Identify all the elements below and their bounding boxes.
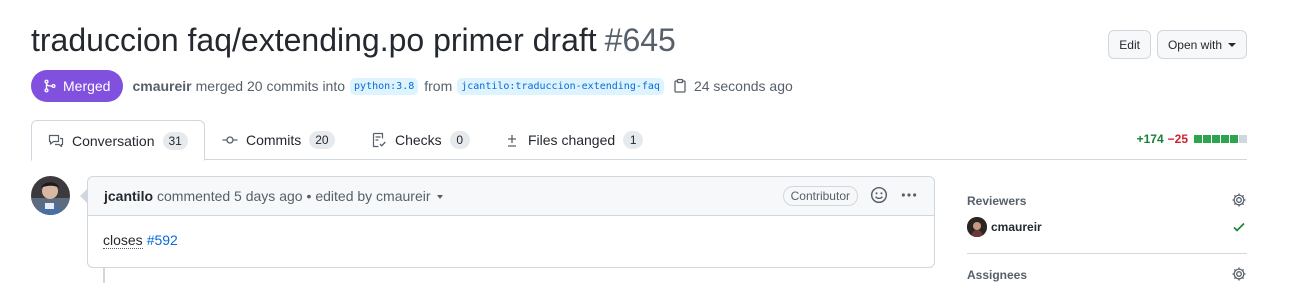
timeline-line	[103, 268, 105, 283]
contributor-badge: Contributor	[782, 186, 858, 206]
checklist-icon	[371, 132, 387, 148]
kebab-horizontal-icon[interactable]	[900, 186, 918, 207]
copy-icon[interactable]	[672, 78, 688, 94]
pr-status-line: Merged cmaureir merged 20 commits into p…	[31, 70, 793, 102]
tab-files-changed-label: Files changed	[528, 132, 616, 148]
merged-state-label: Merged	[63, 78, 111, 94]
closes-keyword: closes	[103, 232, 143, 249]
header-actions: Edit Open with	[1108, 30, 1247, 59]
tab-files-changed[interactable]: Files changed 1	[504, 120, 644, 160]
from-text: from	[424, 78, 453, 94]
git-merge-icon	[44, 79, 56, 93]
diffstat: +174 −25	[1137, 132, 1247, 146]
comment-timestamp[interactable]: commented 5 days ago	[157, 188, 303, 204]
diffstat-block	[1221, 135, 1229, 143]
diffstat-block	[1230, 135, 1238, 143]
assignees-header: Assignees	[967, 264, 1247, 283]
sidebar-divider	[967, 253, 1247, 254]
pr-description-comment: jcantilo commented 5 days ago • edited b…	[80, 176, 935, 268]
diffstat-block	[1194, 135, 1202, 143]
merged-commits-text: merged 20 commits into	[195, 78, 346, 94]
pr-title: traduccion faq/extending.po primer draft…	[31, 22, 676, 59]
head-branch-ref[interactable]: jcantilo:traduccion-extending-faq	[457, 77, 664, 95]
commenter-avatar[interactable]	[31, 176, 70, 215]
comment-discussion-icon	[48, 133, 64, 149]
tab-commits-label: Commits	[246, 132, 302, 148]
comment-author[interactable]: jcantilo	[104, 188, 153, 204]
reviewer-name: cmaureir	[991, 220, 1042, 234]
reviewers-header: Reviewers	[967, 190, 1247, 212]
merged-state-badge: Merged	[31, 70, 124, 102]
base-branch-ref[interactable]: python:3.8	[350, 77, 419, 95]
tab-commits-count: 20	[309, 131, 335, 149]
edited-by-text: • edited by cmaureir	[306, 188, 431, 204]
tab-conversation-label: Conversation	[72, 132, 155, 149]
pr-number: #645	[604, 22, 676, 58]
caret-down-icon	[1228, 42, 1236, 47]
diffstat-additions: +174	[1136, 132, 1164, 146]
diffstat-block	[1239, 135, 1247, 143]
gear-icon[interactable]	[1231, 266, 1247, 283]
reviewers-title: Reviewers	[967, 194, 1027, 208]
diffstat-block	[1212, 135, 1220, 143]
tab-files-changed-count: 1	[623, 131, 644, 149]
comment-body: closes #592	[88, 216, 934, 264]
reviewer-avatar	[967, 217, 987, 237]
tab-checks-label: Checks	[395, 132, 442, 148]
sidebar: Reviewers cmaureir Assignees	[967, 190, 1247, 283]
tab-commits[interactable]: Commits 20	[222, 120, 335, 160]
open-with-label: Open with	[1167, 37, 1222, 52]
tab-conversation-count: 31	[162, 131, 188, 150]
merger-username[interactable]: cmaureir	[132, 78, 191, 94]
diffstat-deletions: −25	[1167, 132, 1188, 146]
tab-conversation[interactable]: Conversation 31	[31, 120, 205, 161]
merged-time: 24 seconds ago	[693, 78, 793, 94]
open-with-button[interactable]: Open with	[1156, 30, 1247, 59]
edited-by-dropdown[interactable]: • edited by cmaureir	[307, 188, 443, 204]
check-icon	[1231, 219, 1247, 235]
file-diff-icon	[504, 132, 520, 148]
pr-title-text: traduccion faq/extending.po primer draft	[31, 22, 597, 58]
gear-icon[interactable]	[1231, 192, 1247, 211]
smiley-icon[interactable]	[870, 186, 888, 207]
reviewer-row[interactable]: cmaureir	[967, 215, 1247, 239]
assignees-title: Assignees	[967, 268, 1028, 282]
diffstat-block	[1203, 135, 1211, 143]
comment-actions: Contributor	[782, 186, 918, 207]
issue-link[interactable]: #592	[147, 232, 178, 248]
pr-tabs: Conversation 31 Commits 20 Checks 0 File…	[31, 120, 1247, 161]
git-commit-icon	[222, 132, 238, 148]
comment-header: jcantilo commented 5 days ago • edited b…	[88, 177, 934, 216]
tab-checks[interactable]: Checks 0	[371, 120, 470, 160]
caret-down-icon	[436, 195, 443, 200]
diffstat-blocks	[1194, 135, 1247, 143]
edit-button[interactable]: Edit	[1108, 30, 1151, 59]
tab-checks-count: 0	[449, 131, 470, 149]
